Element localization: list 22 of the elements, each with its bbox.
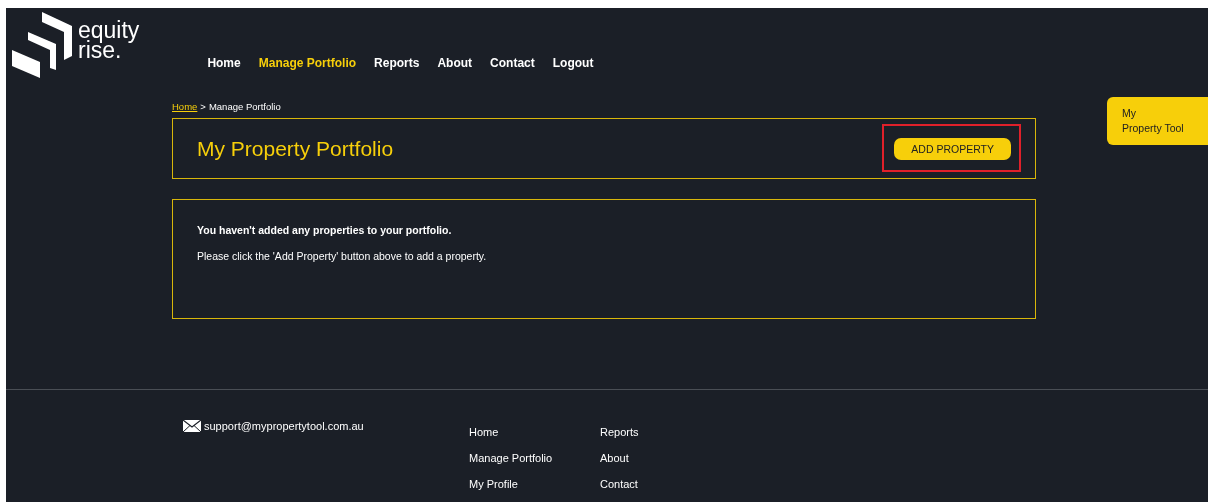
footer-link[interactable]: Manage Portfolio [469,450,600,466]
footer-link[interactable]: My Profile [469,476,600,492]
footer-link[interactable]: Reports [600,424,731,440]
message-heading: You haven't added any properties to your portfolio. [197,224,453,236]
footer-link[interactable]: Home [469,424,600,440]
breadcrumb-link[interactable]: Home [172,100,198,112]
nav-link[interactable]: Home [207,56,241,70]
side-tab[interactable]: My Property Tool [1107,97,1208,145]
support-email[interactable]: support@mypropertytool.com.au [204,420,364,432]
nav-link[interactable]: Manage Portfolio [258,56,357,70]
footer-link[interactable]: Contact [600,476,731,492]
nav-link[interactable]: Reports [374,56,420,70]
nav-link[interactable]: Contact [490,56,535,70]
nav-link[interactable]: About [437,56,473,70]
add-property-button[interactable]: ADD PROPERTY [894,137,1011,160]
breadcrumb-separator: > [200,100,206,112]
footer-link[interactable]: About [600,450,731,466]
message-text: Please click the 'Add Property' button above to add a property. [197,250,488,262]
breadcrumb-current: Manage Portfolio [208,100,281,112]
page-title: My Property Portfolio [197,136,394,161]
nav-link[interactable]: Logout [552,56,594,70]
logo-text: equity rise. [78,20,140,60]
